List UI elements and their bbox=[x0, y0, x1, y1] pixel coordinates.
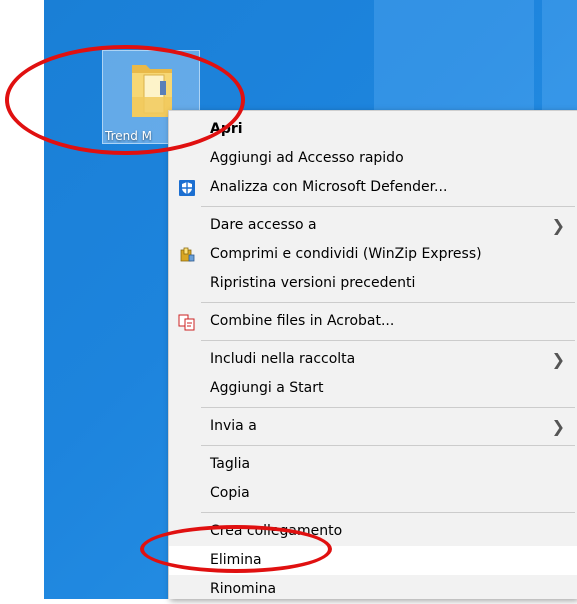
acrobat-combine-icon bbox=[178, 314, 195, 331]
menu-item-label: Ripristina versioni precedenti bbox=[210, 275, 416, 291]
menu-item-dare-accesso[interactable]: Dare accesso a ❯ bbox=[169, 211, 577, 240]
menu-item-taglia[interactable]: Taglia bbox=[169, 450, 577, 479]
chevron-right-icon: ❯ bbox=[551, 350, 565, 369]
menu-item-label: Taglia bbox=[210, 456, 251, 472]
menu-item-analizza-defender[interactable]: Analizza con Microsoft Defender... bbox=[169, 173, 577, 202]
menu-item-label: Includi nella raccolta bbox=[210, 351, 356, 367]
menu-item-label: Aggiungi a Start bbox=[210, 380, 324, 396]
windows-logo-pane bbox=[542, 0, 577, 110]
menu-item-aggiungi-start[interactable]: Aggiungi a Start bbox=[169, 374, 577, 403]
menu-separator bbox=[201, 407, 575, 408]
menu-item-elimina[interactable]: Elimina bbox=[169, 546, 577, 575]
menu-item-label: Crea collegamento bbox=[210, 523, 343, 539]
chevron-right-icon: ❯ bbox=[551, 417, 565, 436]
chevron-right-icon: ❯ bbox=[551, 216, 565, 235]
menu-separator bbox=[201, 206, 575, 207]
defender-shield-icon bbox=[179, 180, 195, 196]
menu-item-crea-collegamento[interactable]: Crea collegamento bbox=[169, 517, 577, 546]
menu-item-rinomina[interactable]: Rinomina bbox=[169, 575, 577, 604]
menu-item-label: Comprimi e condividi (WinZip Express) bbox=[210, 246, 482, 262]
menu-item-label: Aggiungi ad Accesso rapido bbox=[210, 150, 404, 166]
menu-separator bbox=[201, 302, 575, 303]
menu-item-label: Combine files in Acrobat... bbox=[210, 313, 395, 329]
menu-item-label: Dare accesso a bbox=[210, 217, 317, 233]
menu-item-apri[interactable]: Apri bbox=[169, 115, 577, 144]
menu-item-label: Copia bbox=[210, 485, 250, 501]
menu-item-invia-a[interactable]: Invia a ❯ bbox=[169, 412, 577, 441]
menu-separator bbox=[201, 445, 575, 446]
menu-separator bbox=[201, 512, 575, 513]
menu-item-includi-raccolta[interactable]: Includi nella raccolta ❯ bbox=[169, 345, 577, 374]
menu-item-combine-acrobat[interactable]: Combine files in Acrobat... bbox=[169, 307, 577, 336]
menu-separator bbox=[201, 340, 575, 341]
menu-item-label: Rinomina bbox=[210, 581, 277, 597]
menu-item-label: Invia a bbox=[210, 418, 257, 434]
context-menu: Apri Aggiungi ad Accesso rapido Analizza… bbox=[168, 110, 577, 599]
winzip-icon bbox=[180, 247, 195, 262]
menu-item-comprimi-winzip[interactable]: Comprimi e condividi (WinZip Express) bbox=[169, 240, 577, 269]
windows-logo-pane bbox=[374, 0, 534, 110]
menu-item-aggiungi-accesso-rapido[interactable]: Aggiungi ad Accesso rapido bbox=[169, 144, 577, 173]
menu-item-ripristina-versioni[interactable]: Ripristina versioni precedenti bbox=[169, 269, 577, 298]
menu-item-copia[interactable]: Copia bbox=[169, 479, 577, 508]
menu-item-label: Apri bbox=[210, 121, 243, 137]
menu-item-label: Elimina bbox=[210, 552, 262, 568]
menu-item-label: Analizza con Microsoft Defender... bbox=[210, 179, 448, 195]
